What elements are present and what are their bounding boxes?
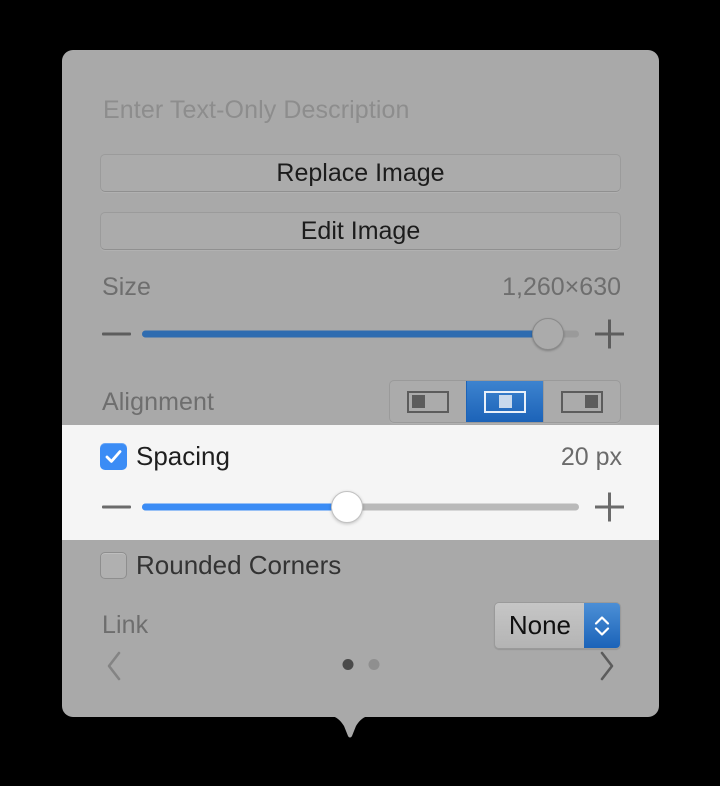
size-slider-thumb[interactable] [532,318,565,350]
alignment-option-left[interactable] [390,381,466,422]
spacing-slider-thumb[interactable] [331,491,364,523]
spacing-checkbox[interactable] [100,443,127,470]
size-value: 1,260×630 [502,273,621,301]
spacing-value: 20 px [560,443,622,471]
image-format-popover: Enter Text-Only Description Replace Imag… [62,50,659,717]
link-row: Link None [62,602,659,649]
align-left-icon [407,390,449,413]
alignment-row: Alignment [62,380,659,424]
rounded-corners-row: Rounded Corners [62,550,659,584]
spacing-slider-row [62,487,659,527]
link-selected-value: None [494,603,584,648]
description-placeholder[interactable]: Enter Text-Only Description [103,96,410,125]
page-dot-2[interactable] [368,659,379,670]
alignment-segmented-control [389,380,621,423]
size-slider-row [62,314,659,354]
minus-icon[interactable] [102,505,131,509]
link-popup-button[interactable]: None [493,602,621,649]
align-center-icon [484,390,526,413]
chevron-up-down-icon [584,603,620,648]
spacing-slider-fill [142,503,348,511]
alignment-label: Alignment [102,388,215,416]
popover-tail [318,714,382,744]
minus-icon[interactable] [102,332,131,336]
plus-icon[interactable] [595,319,624,349]
size-slider-fill [142,330,549,338]
replace-image-button[interactable]: Replace Image [100,154,621,192]
alignment-option-center[interactable] [466,381,543,422]
page-dot-1[interactable] [342,659,353,670]
pager [62,646,659,686]
spacing-section: Spacing 20 px [62,425,659,540]
spacing-label: Spacing [136,441,230,471]
rounded-corners-label: Rounded Corners [136,550,342,580]
alignment-option-right[interactable] [543,381,620,422]
rounded-corners-checkbox[interactable] [100,552,127,579]
edit-image-button[interactable]: Edit Image [100,212,621,250]
checkmark-icon [105,450,122,463]
size-label: Size [102,273,152,301]
chevron-left-icon[interactable] [98,646,132,686]
link-label: Link [102,611,149,639]
plus-icon[interactable] [595,492,624,522]
align-right-icon [561,390,603,413]
page-dots [342,659,379,670]
size-row: Size 1,260×630 [62,273,659,311]
chevron-right-icon[interactable] [589,646,623,686]
screen: Enter Text-Only Description Replace Imag… [0,0,720,786]
